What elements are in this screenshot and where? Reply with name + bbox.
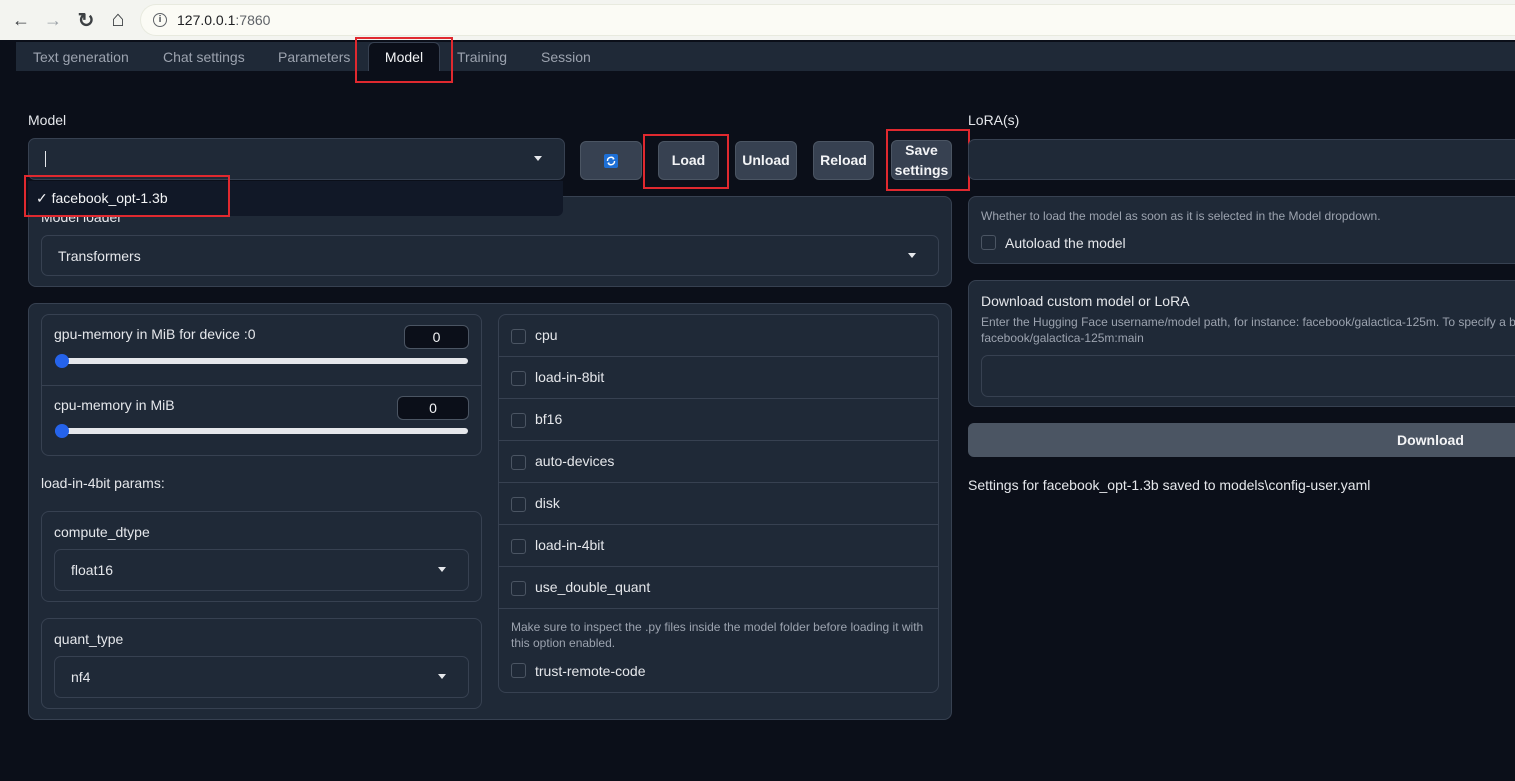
checkbox-row-disk[interactable]: disk	[499, 483, 939, 525]
compute-dtype-dropdown[interactable]: float16	[54, 549, 469, 591]
highlight-model-option	[24, 175, 230, 217]
quant-type-dropdown[interactable]: nf4	[54, 656, 469, 698]
url-host: 127.0.0.1	[177, 12, 236, 28]
gpu-memory-input[interactable]: 0	[404, 325, 469, 349]
download-info-line-1: Enter the Hugging Face username/model pa…	[981, 315, 1515, 329]
tab-parameters[interactable]: Parameters	[278, 42, 350, 71]
text-cursor	[45, 151, 46, 167]
compute-dtype-value: float16	[71, 562, 114, 578]
load-in-8bit-checkbox[interactable]	[511, 371, 526, 386]
autoload-label: Autoload the model	[1005, 235, 1126, 251]
quant-type-label: quant_type	[54, 631, 124, 647]
disk-checkbox-label: disk	[535, 495, 560, 511]
tab-bar: Text generation Chat settings Parameters…	[16, 42, 1515, 71]
status-message: Settings for facebook_opt-1.3b saved to …	[968, 477, 1371, 493]
tab-session[interactable]: Session	[541, 42, 591, 71]
download-button[interactable]: Download	[968, 423, 1515, 457]
cpu-memory-slider-thumb[interactable]	[55, 424, 69, 438]
autoload-panel: Whether to load the model as soon as it …	[968, 196, 1515, 264]
reload-button[interactable]: Reload	[813, 141, 874, 180]
checkbox-row-auto-devices[interactable]: auto-devices	[499, 441, 939, 483]
tab-chat-settings[interactable]: Chat settings	[163, 42, 245, 71]
load-in-4bit-params-label: load-in-4bit params:	[41, 475, 165, 491]
checkbox-row-load-in-4bit[interactable]: load-in-4bit	[499, 525, 939, 567]
browser-toolbar: ← → ↻ ⌂ i 127.0.0.1:7860	[0, 0, 1515, 40]
address-bar[interactable]: i 127.0.0.1:7860	[140, 4, 1515, 36]
lora-label: LoRA(s)	[968, 112, 1020, 128]
highlight-tab-model	[355, 37, 453, 83]
refresh-button[interactable]	[580, 141, 642, 180]
compute-dtype-label: compute_dtype	[54, 524, 150, 540]
download-title: Download custom model or LoRA	[981, 293, 1190, 309]
autoload-info: Whether to load the model as soon as it …	[981, 209, 1381, 223]
url-port: :7860	[235, 12, 271, 28]
highlight-load	[643, 134, 729, 189]
gpu-memory-label: gpu-memory in MiB for device :0	[54, 326, 256, 342]
cpu-memory-slider[interactable]	[55, 428, 468, 434]
highlight-save-settings	[886, 129, 970, 191]
checkbox-row-bf16[interactable]: bf16	[499, 399, 939, 441]
cpu-checkbox[interactable]	[511, 329, 526, 344]
quant-type-value: nf4	[71, 669, 91, 685]
chevron-down-icon	[438, 674, 446, 679]
load-in-8bit-checkbox-label: load-in-8bit	[535, 369, 605, 385]
back-icon[interactable]: ←	[6, 5, 36, 35]
checkbox-row-cpu[interactable]: cpu	[499, 315, 939, 357]
forward-icon[interactable]: →	[38, 5, 68, 35]
download-panel: Download custom model or LoRA Enter the …	[968, 280, 1515, 407]
lora-dropdown[interactable]	[968, 139, 1515, 180]
autoload-checkbox[interactable]	[981, 235, 996, 250]
disk-checkbox[interactable]	[511, 497, 526, 512]
auto-devices-checkbox[interactable]	[511, 455, 526, 470]
reload-icon[interactable]: ↻	[71, 5, 101, 35]
tab-text-generation[interactable]: Text generation	[33, 42, 129, 71]
bf16-checkbox[interactable]	[511, 413, 526, 428]
unload-button[interactable]: Unload	[735, 141, 797, 180]
model-loader-value: Transformers	[58, 247, 141, 264]
divider	[42, 385, 481, 386]
info-icon[interactable]: i	[153, 13, 167, 27]
trust-remote-code-info: Make sure to inspect the .py files insid…	[511, 620, 924, 650]
use-double-quant-checkbox[interactable]	[511, 581, 526, 596]
model-dropdown[interactable]	[28, 138, 565, 180]
load-in-4bit-checkbox[interactable]	[511, 539, 526, 554]
trust-remote-code-checkbox[interactable]	[511, 663, 526, 678]
bf16-checkbox-label: bf16	[535, 411, 563, 427]
gpu-memory-slider[interactable]	[55, 358, 468, 364]
cpu-memory-input[interactable]: 0	[397, 396, 469, 420]
tab-training[interactable]: Training	[457, 42, 507, 71]
checkbox-row-use-double-quant[interactable]: use_double_quant	[499, 567, 939, 609]
model-loader-dropdown[interactable]: Transformers	[41, 235, 939, 276]
chevron-down-icon	[534, 156, 542, 161]
home-icon[interactable]: ⌂	[103, 4, 133, 34]
download-path-input[interactable]	[981, 355, 1515, 397]
model-label: Model	[28, 112, 67, 128]
cpu-memory-label: cpu-memory in MiB	[54, 397, 175, 413]
chevron-down-icon	[908, 252, 916, 258]
trust-remote-code-label: trust-remote-code	[535, 663, 646, 679]
refresh-icon	[604, 153, 618, 168]
quant-type-panel: quant_type nf4	[41, 618, 482, 709]
load-in-4bit-checkbox-label: load-in-4bit	[535, 537, 605, 553]
cpu-checkbox-label: cpu	[535, 327, 558, 343]
checkbox-row-load-in-8bit[interactable]: load-in-8bit	[499, 357, 939, 399]
use-double-quant-checkbox-label: use_double_quant	[535, 579, 651, 595]
chevron-down-icon	[438, 567, 446, 572]
auto-devices-checkbox-label: auto-devices	[535, 453, 615, 469]
gpu-memory-slider-thumb[interactable]	[55, 354, 69, 368]
compute-dtype-panel: compute_dtype float16	[41, 511, 482, 602]
download-info-line-2: facebook/galactica-125m:main	[981, 331, 1144, 345]
